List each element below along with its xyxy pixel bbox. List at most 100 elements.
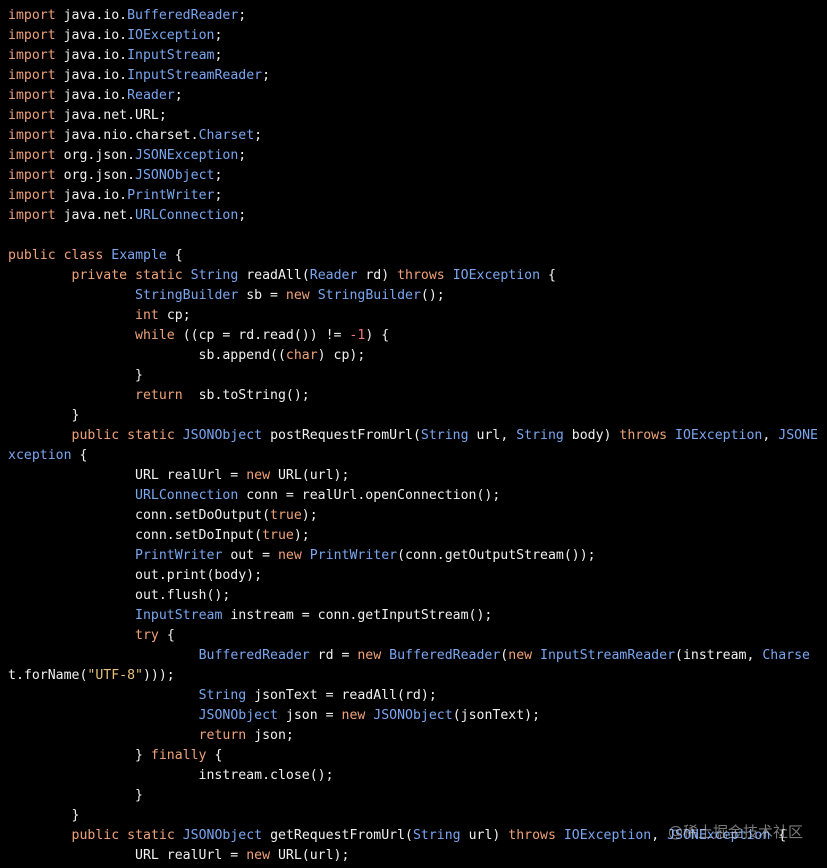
code-token: java.net.URL; — [55, 108, 167, 123]
code-token: t.forName( — [8, 668, 88, 683]
code-line: import java.io.InputStream; — [8, 46, 827, 66]
code-line: import java.nio.charset.Charset; — [8, 126, 827, 146]
type-token: JSONObject — [373, 708, 453, 723]
code-line: out.flush(); — [8, 586, 827, 606]
code-token: sb.append(( — [8, 348, 286, 363]
code-token: jsonText = readAll(rd); — [246, 688, 437, 703]
code-line: import java.io.IOException; — [8, 26, 827, 46]
code-token: cp; — [158, 308, 191, 323]
code-token: out.flush(); — [8, 588, 231, 603]
code-line: import java.net.URL; — [8, 106, 827, 126]
code-line: public class Example { — [8, 246, 827, 266]
keyword-token: class — [63, 248, 104, 263]
code-token: (instream, — [675, 648, 763, 663]
code-token: } — [8, 748, 151, 763]
type-token: StringBuilder — [135, 288, 239, 303]
code-line: import java.io.PrintWriter; — [8, 186, 827, 206]
code-token: java.net. — [55, 208, 136, 223]
code-line: import org.json.JSONException; — [8, 146, 827, 166]
code-line: } — [8, 806, 827, 826]
code-line: private static String readAll(Reader rd)… — [8, 266, 827, 286]
code-token: { — [71, 448, 88, 463]
code-line: int cp; — [8, 306, 827, 326]
keyword-token: new — [246, 468, 271, 483]
type-token: PrintWriter — [309, 548, 398, 563]
code-token: json; — [246, 728, 294, 743]
code-line: xception { — [8, 446, 827, 466]
keyword-token: import — [8, 168, 56, 183]
code-token: ; — [238, 148, 247, 163]
keyword-token: new — [285, 288, 310, 303]
type-token: InputStreamReader — [540, 648, 676, 663]
type-token: Reader — [309, 268, 358, 283]
code-token: java.io. — [55, 88, 128, 103]
code-line: InputStream instream = conn.getInputStre… — [8, 606, 827, 626]
keyword-token: import — [8, 88, 56, 103]
keyword-token: import — [8, 68, 56, 83]
type-token: BufferedReader — [198, 648, 310, 663]
type-token: String — [412, 828, 461, 843]
code-editor: import java.io.BufferedReader; import jav… — [0, 0, 827, 868]
keyword-token: private — [71, 268, 128, 283]
code-token: ; — [238, 208, 247, 223]
type-token: String — [516, 428, 564, 443]
type-token: JSONObject — [135, 168, 215, 183]
code-line: import java.net.URLConnection; — [8, 206, 827, 226]
code-token: ; — [214, 28, 223, 43]
code-token: { — [206, 748, 223, 763]
code-token: instream.close(); — [8, 768, 334, 783]
keyword-token: import — [8, 188, 56, 203]
keyword-token: import — [8, 148, 56, 163]
code-line: return sb.toString(); — [8, 386, 827, 406]
code-token: ; — [238, 8, 247, 23]
code-line: } finally { — [8, 746, 827, 766]
type-token: IOException — [563, 828, 652, 843]
code-token: postRequestFromUrl( — [262, 428, 421, 443]
code-line: URL realUrl = new URL(url); — [8, 466, 827, 486]
code-token: , — [762, 428, 779, 443]
code-line: public static JSONObject postRequestFrom… — [8, 426, 827, 446]
code-token: } — [8, 788, 143, 803]
type-token: URLConnection — [135, 488, 239, 503]
code-token: ; — [214, 188, 223, 203]
type-token: JSONObject — [182, 828, 263, 843]
code-token: org.json. — [55, 168, 136, 183]
keyword-token: throws — [619, 428, 668, 443]
type-token: BufferedReader — [127, 8, 239, 23]
code-token: URL realUrl = — [8, 468, 247, 483]
type-token: xception — [8, 448, 72, 463]
code-token: url) — [460, 828, 509, 843]
code-token: instream = conn.getInputStream(); — [222, 608, 493, 623]
code-line: PrintWriter out = new PrintWriter(conn.g… — [8, 546, 827, 566]
code-token: ) cp); — [317, 348, 366, 363]
code-line: BufferedReader rd = new BufferedReader(n… — [8, 646, 827, 666]
code-line: String jsonText = readAll(rd); — [8, 686, 827, 706]
keyword-token: throws — [397, 268, 445, 283]
code-token: java.io. — [55, 68, 128, 83]
code-line: } — [8, 406, 827, 426]
type-token: BufferedReader — [389, 648, 501, 663]
keyword-token: new — [341, 708, 366, 723]
code-line: URLConnection conn = realUrl.openConnect… — [8, 486, 827, 506]
type-token: JSONObject — [198, 708, 278, 723]
keyword-token: new — [246, 848, 271, 863]
code-token: ((cp = rd.read()) != — [174, 328, 350, 343]
code-token: java.io. — [55, 28, 128, 43]
code-line: JSONObject json = new JSONObject(jsonTex… — [8, 706, 827, 726]
keyword-token: finally — [150, 748, 207, 763]
code-line: conn.setDoOutput(true); — [8, 506, 827, 526]
code-token: org.json. — [55, 148, 136, 163]
code-line: instream.close(); — [8, 766, 827, 786]
